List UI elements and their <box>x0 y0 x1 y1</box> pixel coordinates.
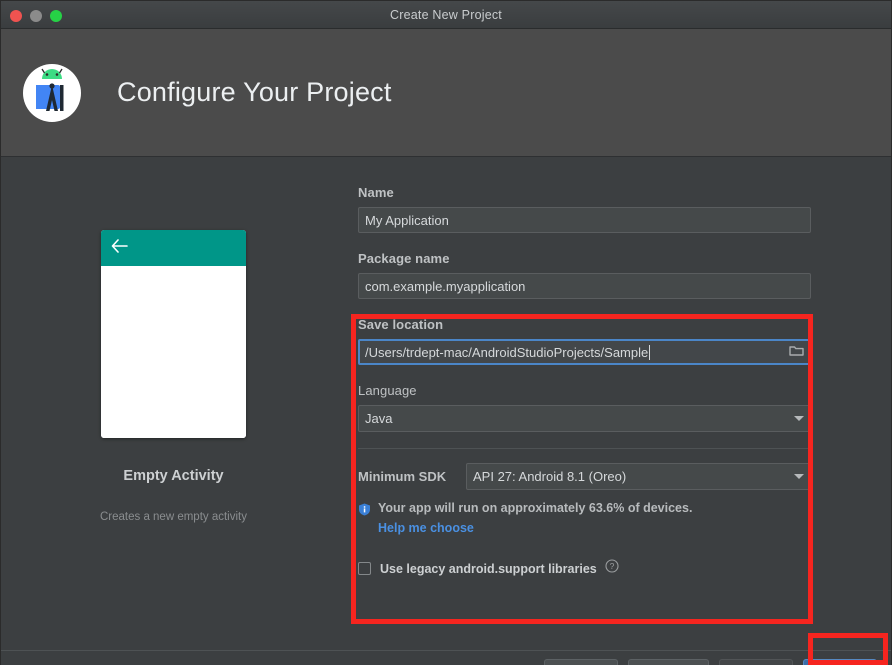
title-bar: Create New Project <box>1 1 891 29</box>
package-name-input[interactable]: com.example.myapplication <box>358 273 811 299</box>
package-name-input-value: com.example.myapplication <box>365 278 526 294</box>
save-location-label: Save location <box>358 317 444 332</box>
activity-preview-card <box>101 230 246 438</box>
legacy-libraries-checkbox[interactable] <box>358 562 371 575</box>
name-input[interactable]: My Application <box>358 207 811 233</box>
form-divider <box>358 448 811 449</box>
dialog-footer: Cancel Previous Next Finish <box>1 650 891 665</box>
device-coverage-info: Your app will run on approximately 63.6%… <box>358 501 811 516</box>
save-location-input[interactable]: /Users/trdept-mac/AndroidStudioProjects/… <box>358 339 811 365</box>
minimize-window-button[interactable] <box>30 10 42 22</box>
activity-preview-pane: Empty Activity Creates a new empty activ… <box>1 157 346 650</box>
language-value: Java <box>365 411 393 426</box>
cancel-button[interactable]: Cancel <box>544 659 619 665</box>
create-new-project-dialog: Create New Project Configure Your Projec… <box>0 0 892 665</box>
name-input-value: My Application <box>365 212 449 228</box>
project-form: Name My Application Package name com.exa… <box>346 157 891 650</box>
package-name-label: Package name <box>358 251 450 266</box>
traffic-lights <box>10 10 62 22</box>
language-dropdown[interactable]: Java <box>358 405 811 432</box>
help-me-choose-link[interactable]: Help me choose <box>378 521 474 535</box>
preview-content-area <box>101 266 246 438</box>
android-studio-icon <box>22 63 82 123</box>
info-icon <box>358 503 371 516</box>
minimum-sdk-label: Minimum SDK <box>358 469 447 484</box>
name-label: Name <box>358 185 394 200</box>
next-button: Next <box>719 659 793 665</box>
folder-icon[interactable] <box>789 344 804 360</box>
save-location-input-value: /Users/trdept-mac/AndroidStudioProjects/… <box>365 344 649 360</box>
text-caret <box>649 344 651 360</box>
finish-button[interactable]: Finish <box>803 659 877 665</box>
dialog-header: Configure Your Project <box>1 29 891 157</box>
back-arrow-icon <box>111 238 128 258</box>
device-coverage-text: Your app will run on approximately 63.6%… <box>378 501 693 515</box>
legacy-libraries-row[interactable]: Use legacy android.support libraries ? <box>358 559 811 578</box>
minimum-sdk-value: API 27: Android 8.1 (Oreo) <box>473 469 627 484</box>
chevron-down-icon <box>794 416 804 421</box>
minimum-sdk-row: Minimum SDK API 27: Android 8.1 (Oreo) <box>358 463 811 490</box>
window-title: Create New Project <box>390 7 502 22</box>
page-title: Configure Your Project <box>117 77 392 107</box>
zoom-window-button[interactable] <box>50 10 62 22</box>
svg-text:?: ? <box>609 561 614 571</box>
activity-description-label: Creates a new empty activity <box>99 511 247 523</box>
activity-name-label: Empty Activity <box>123 468 224 484</box>
dialog-body: Empty Activity Creates a new empty activ… <box>1 157 891 650</box>
chevron-down-icon <box>794 474 804 479</box>
language-label: Language <box>358 383 417 398</box>
preview-app-bar <box>101 230 246 266</box>
question-mark-icon[interactable]: ? <box>605 559 619 578</box>
minimum-sdk-dropdown[interactable]: API 27: Android 8.1 (Oreo) <box>466 463 811 490</box>
close-window-button[interactable] <box>10 10 22 22</box>
legacy-libraries-label: Use legacy android.support libraries <box>380 561 597 576</box>
previous-button[interactable]: Previous <box>628 659 709 665</box>
